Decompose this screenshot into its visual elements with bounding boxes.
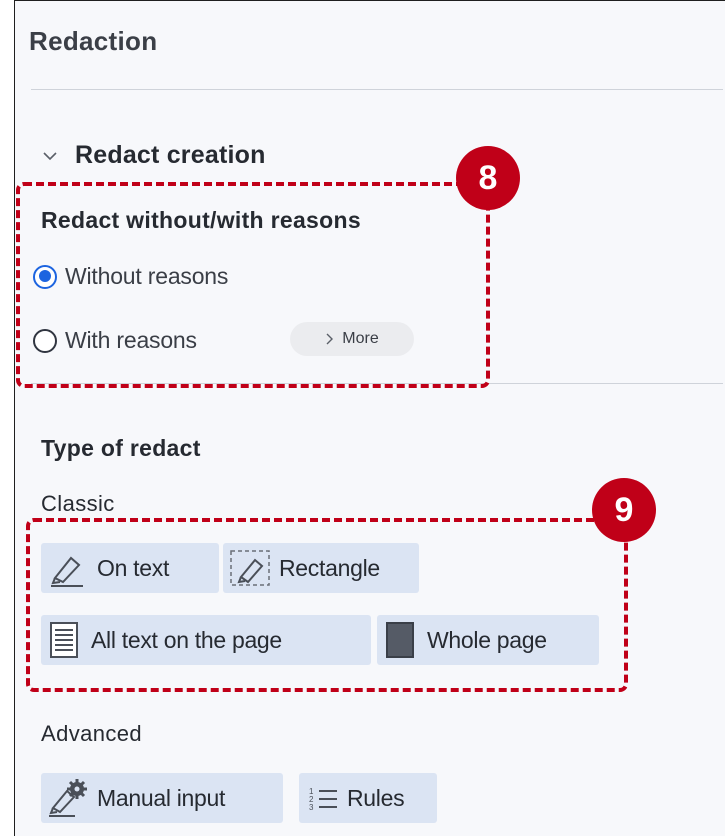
chevron-down-icon — [43, 151, 57, 160]
numbered-list-icon: 1 2 3 — [309, 787, 337, 812]
button-label: Rules — [347, 784, 405, 811]
annotation-badge-8: 8 — [456, 146, 520, 210]
button-label: Manual input — [97, 784, 226, 811]
rules-button[interactable]: 1 2 3 Rules — [299, 773, 437, 823]
advanced-label: Advanced — [41, 721, 143, 746]
type-group-title: Type of redact — [41, 435, 201, 461]
panel-title: Redaction — [29, 26, 158, 56]
classic-label: Classic — [41, 491, 115, 516]
highlighter-gear-icon — [49, 779, 87, 817]
manual-input-button[interactable]: Manual input — [41, 773, 283, 823]
annotation-box-reasons — [16, 182, 490, 388]
section-title: Redact creation — [75, 141, 266, 169]
redaction-panel: Redaction Redact creation Redact without… — [14, 0, 725, 836]
annotation-box-classic — [26, 518, 628, 692]
svg-text:3: 3 — [309, 803, 314, 812]
divider — [31, 89, 723, 90]
annotation-badge-9: 9 — [592, 478, 656, 542]
section-redact-creation[interactable]: Redact creation — [43, 141, 266, 170]
